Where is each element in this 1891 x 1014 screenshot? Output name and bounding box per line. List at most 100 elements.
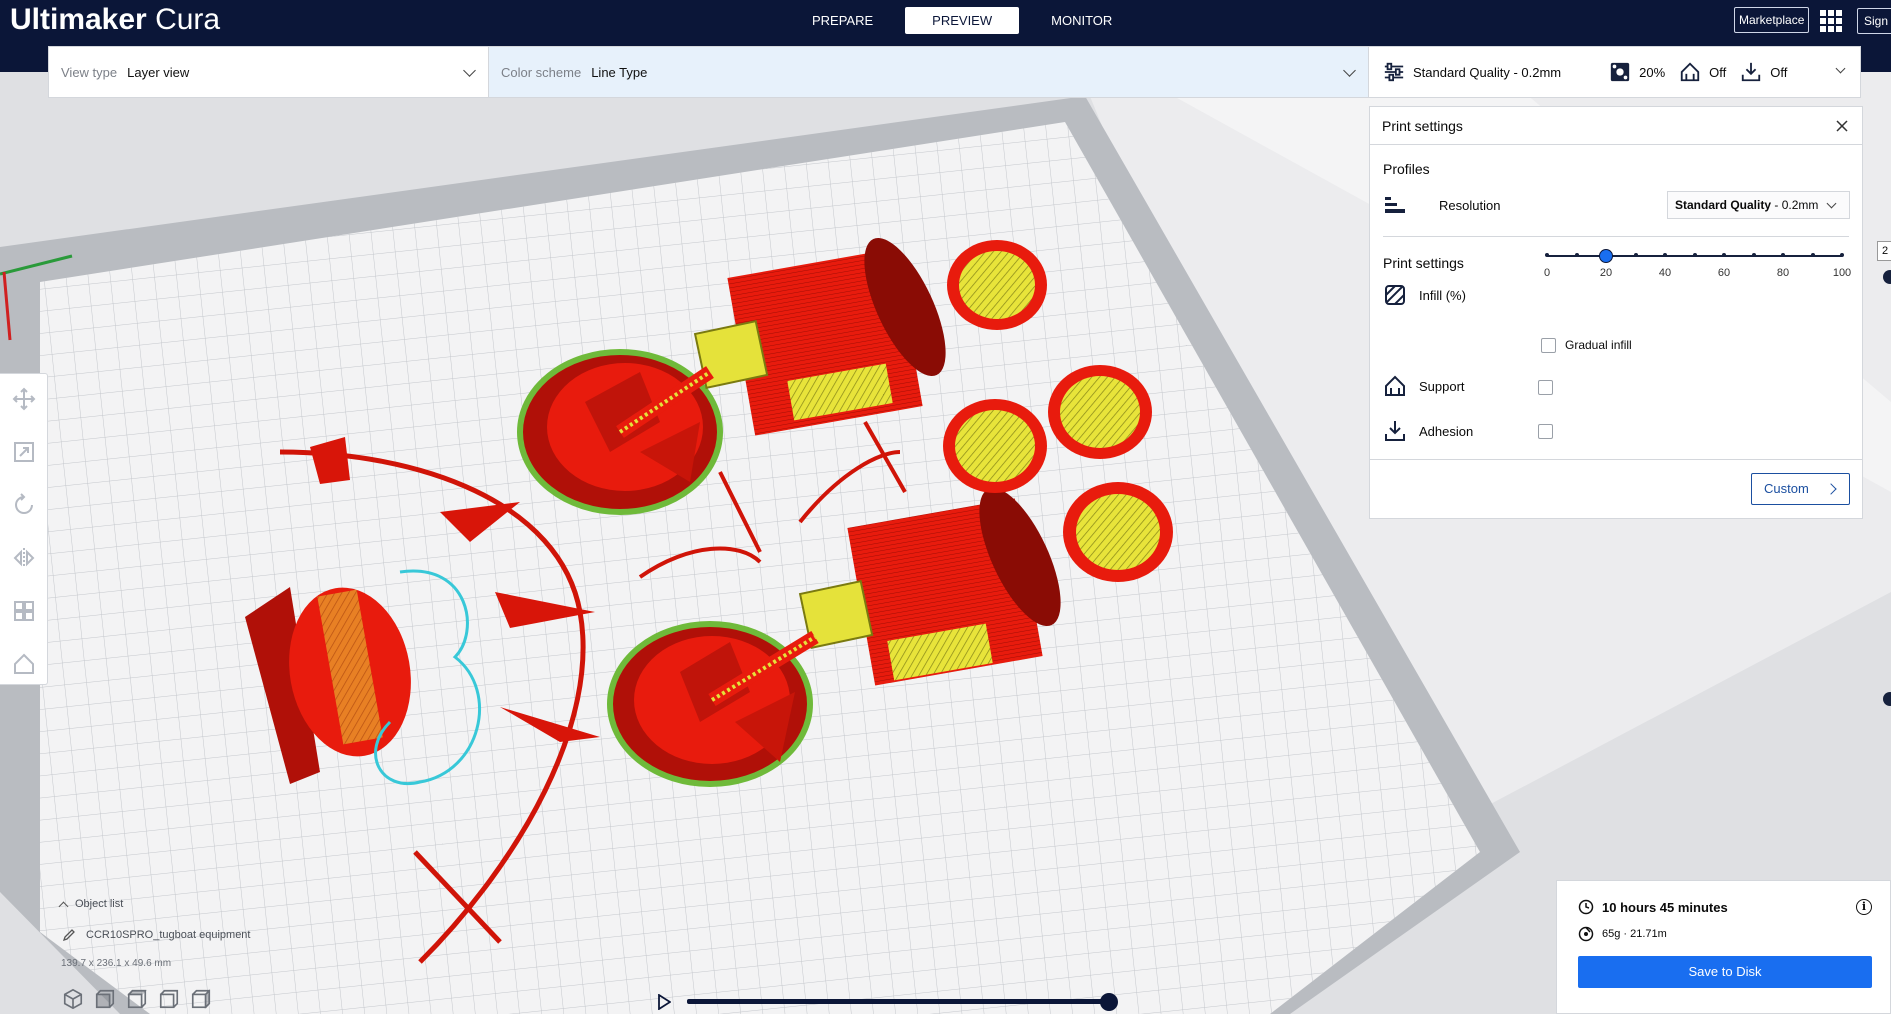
profile-summary: Standard Quality - 0.2mm — [1383, 61, 1561, 83]
layer-path-slider-track[interactable] — [687, 999, 1111, 1004]
support-blocker-icon[interactable] — [12, 652, 36, 676]
slider-tick — [1810, 253, 1815, 257]
view-type-dropdown[interactable]: View type Layer view — [49, 47, 489, 97]
support-summary: Off — [1679, 61, 1726, 83]
infill-value: 20% — [1639, 64, 1666, 80]
info-icon[interactable]: i — [1856, 899, 1872, 915]
gradual-infill-checkbox[interactable] — [1541, 337, 1556, 353]
object-name-row: CCR10SPRO_tugboat equipment — [62, 928, 250, 942]
stage-tabs: PREPARE PREVIEW MONITOR — [790, 7, 1134, 34]
layer-slider-upper-handle[interactable] — [1883, 270, 1891, 284]
camera-view-buttons — [62, 988, 212, 1010]
object-list-toggle[interactable]: Object list — [58, 898, 124, 911]
infill-label: Infill (%) — [1419, 287, 1466, 303]
custom-button-label: Custom — [1764, 481, 1809, 496]
move-icon[interactable] — [12, 387, 36, 411]
color-scheme-value: Line Type — [591, 64, 648, 80]
view-controls-bar: View type Layer view Color scheme Line T… — [48, 46, 1369, 98]
left-toolbar — [0, 373, 48, 685]
object-dimensions: 139.7 x 236.1 x 49.6 mm — [61, 958, 172, 969]
resolution-dropdown[interactable]: Standard Quality - 0.2mm — [1667, 191, 1850, 219]
slider-tick — [1545, 253, 1549, 257]
slider-tick-label: 20 — [1599, 267, 1613, 279]
tab-prepare[interactable]: PREPARE — [790, 7, 895, 34]
front-view-icon[interactable] — [94, 988, 116, 1010]
pencil-icon[interactable] — [62, 928, 76, 942]
slider-tick — [1663, 253, 1667, 257]
layer-number-box[interactable]: 2 — [1877, 241, 1891, 261]
print-settings-title: Print settings — [1383, 255, 1464, 271]
tab-monitor[interactable]: MONITOR — [1029, 7, 1134, 34]
chevron-up-icon — [58, 901, 69, 911]
adhesion-summary: Off — [1740, 61, 1787, 83]
slider-tick — [1781, 253, 1785, 257]
panel-header: Print settings — [1370, 107, 1862, 145]
layer-slider-lower-handle[interactable] — [1883, 692, 1891, 706]
slider-tick-label: 60 — [1717, 267, 1731, 279]
scale-icon[interactable] — [12, 440, 36, 464]
slider-tick — [1751, 253, 1756, 257]
print-time: 10 hours 45 minutes — [1602, 899, 1728, 915]
print-settings-panel: Print settings Profiles Resolution Stand… — [1369, 106, 1863, 519]
material-row: 65g · 21.71m — [1578, 926, 1667, 942]
adhesion-icon — [1385, 421, 1405, 441]
support-row: Support — [1383, 372, 1848, 400]
gradual-infill-label: Gradual infill — [1565, 338, 1632, 352]
view-type-value: Layer view — [127, 64, 190, 80]
infill-icon — [1385, 285, 1405, 305]
mirror-icon[interactable] — [12, 546, 36, 570]
gradual-infill-row: Gradual infill — [1541, 335, 1848, 355]
infill-summary: 20% — [1609, 61, 1665, 83]
object-list-title: Object list — [75, 898, 124, 910]
print-settings-bar[interactable]: Standard Quality - 0.2mm 20% Off Off — [1369, 46, 1861, 98]
close-icon[interactable] — [1836, 120, 1848, 132]
right-view-icon[interactable] — [190, 988, 212, 1010]
chevron-down-icon[interactable] — [1835, 63, 1846, 74]
profile-value: Standard Quality - 0.2mm — [1413, 64, 1562, 80]
adhesion-checkbox[interactable] — [1538, 424, 1553, 439]
resolution-quality: Standard Quality — [1675, 198, 1772, 212]
chevron-down-icon — [1343, 64, 1356, 77]
signin-button[interactable]: Sign in — [1857, 8, 1891, 34]
spool-icon — [1578, 926, 1594, 942]
divider — [1383, 236, 1849, 237]
chevron-down-icon — [1826, 198, 1837, 209]
marketplace-button[interactable]: Marketplace — [1734, 7, 1810, 33]
top-view-icon[interactable] — [126, 988, 148, 1010]
slider-tick-label: 0 — [1543, 267, 1551, 279]
print-time-row: 10 hours 45 minutes — [1578, 899, 1728, 915]
per-model-settings-icon[interactable] — [12, 599, 36, 623]
slider-tick-label: 100 — [1832, 267, 1852, 279]
save-to-disk-button[interactable]: Save to Disk — [1578, 956, 1872, 988]
resolution-icon — [1385, 197, 1405, 213]
apps-grid-icon[interactable] — [1820, 10, 1842, 32]
adhesion-value: Off — [1770, 64, 1788, 80]
adhesion-label: Adhesion — [1419, 423, 1474, 439]
custom-button[interactable]: Custom — [1751, 473, 1850, 505]
layer-path-slider-handle[interactable] — [1100, 993, 1118, 1011]
slider-tick — [1574, 253, 1579, 257]
3d-view-icon[interactable] — [62, 988, 84, 1010]
support-checkbox[interactable] — [1538, 380, 1553, 395]
slider-tick — [1840, 253, 1844, 257]
support-icon — [1385, 375, 1405, 396]
slider-handle[interactable] — [1599, 249, 1613, 263]
slider-tick-label: 80 — [1776, 267, 1790, 279]
resolution-layer-height: - 0.2mm — [1771, 198, 1819, 212]
app-logo: Ultimaker Cura — [10, 3, 221, 36]
slider-tick-label: 40 — [1658, 267, 1672, 279]
left-view-icon[interactable] — [158, 988, 180, 1010]
tab-preview[interactable]: PREVIEW — [905, 7, 1020, 34]
rotate-icon[interactable] — [12, 493, 36, 517]
adhesion-row: Adhesion — [1383, 417, 1848, 445]
color-scheme-dropdown[interactable]: Color scheme Line Type — [489, 47, 1368, 97]
resolution-label: Resolution — [1439, 197, 1501, 213]
infill-icon — [1610, 62, 1630, 82]
infill-row: Infill (%) — [1383, 282, 1848, 308]
adhesion-icon — [1742, 62, 1761, 82]
print-estimate-panel: 10 hours 45 minutes i 65g · 21.71m Save … — [1556, 880, 1891, 1014]
infill-slider[interactable]: 0 20 40 60 80 100 — [1543, 245, 1851, 285]
divider — [1370, 459, 1862, 460]
support-icon — [1680, 62, 1700, 82]
play-icon[interactable] — [657, 994, 671, 1010]
